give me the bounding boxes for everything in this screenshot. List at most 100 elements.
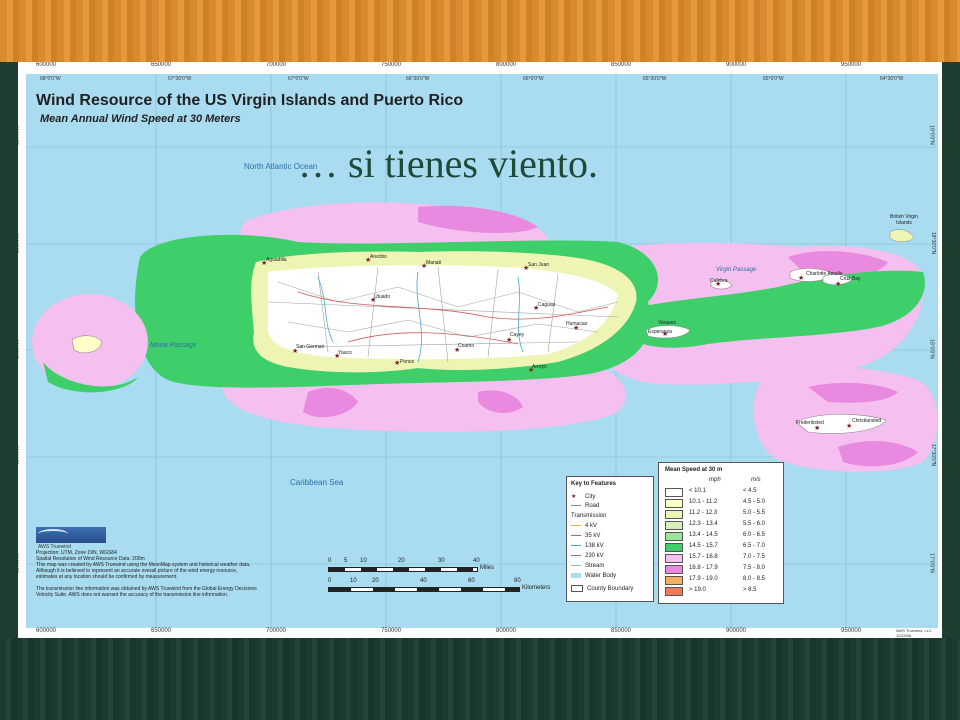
legend-mph: 13.4 - 14.5 bbox=[689, 532, 718, 538]
place-label: Coamo bbox=[458, 343, 475, 349]
easting-label: 950000 bbox=[841, 62, 862, 68]
legend-swatch bbox=[665, 510, 683, 519]
lon-label: 64°30'0"W bbox=[880, 76, 904, 82]
line-swatch bbox=[571, 534, 581, 536]
legend-swatch bbox=[665, 565, 683, 574]
place-label: Aguadilla bbox=[266, 257, 287, 263]
northing-label: 2100000 bbox=[18, 125, 21, 145]
lon-label: 67°30'0"W bbox=[168, 76, 192, 82]
legend-ms: 5.0 - 5.5 bbox=[743, 510, 766, 516]
legend-title: Mean Speed at 30 m bbox=[665, 467, 723, 473]
place-label: Yauco bbox=[338, 350, 352, 356]
place-label: Esperanza bbox=[648, 329, 672, 335]
lat-label: 17°0'0"N bbox=[928, 553, 935, 573]
place-label: Charlotte Amalie bbox=[806, 271, 843, 277]
legend-row: < 10.1 < 4.5 bbox=[665, 487, 777, 497]
legend-row: 17.9 - 19.0 8.0 - 8.5 bbox=[665, 575, 777, 585]
lon-label: 66°0'0"W bbox=[523, 76, 544, 82]
sea-label: Caribbean Sea bbox=[290, 478, 344, 487]
water-swatch bbox=[571, 573, 581, 578]
scale-tick: 20 bbox=[372, 578, 379, 584]
easting-label: 800000 bbox=[496, 62, 517, 68]
bottom-coordinates: 600000 650000 700000 750000 800000 85000… bbox=[18, 628, 942, 638]
legend-swatch bbox=[665, 587, 683, 596]
svg-text:★: ★ bbox=[798, 274, 804, 282]
place-label: British Virgin Islands bbox=[890, 214, 918, 226]
place-label: Christiansted bbox=[852, 418, 882, 424]
place-label: Vieques bbox=[658, 320, 676, 326]
legend-row: 15.7 - 16.8 7.0 - 7.5 bbox=[665, 553, 777, 563]
key-row: ★ City bbox=[571, 493, 595, 500]
map-subtitle: Mean Annual Wind Speed at 30 Meters bbox=[40, 113, 241, 125]
legend-row: 14.5 - 15.7 6.5 - 7.0 bbox=[665, 542, 777, 552]
place-label: Caguas bbox=[538, 302, 556, 308]
legend-ms: 6.0 - 6.5 bbox=[743, 532, 766, 538]
star-icon: ★ bbox=[571, 494, 577, 500]
legend-mph: 15.7 - 16.8 bbox=[689, 554, 718, 560]
legend-swatch bbox=[665, 543, 683, 552]
key-label: County Boundary bbox=[587, 586, 634, 593]
easting-label: 700000 bbox=[266, 628, 287, 634]
lon-label: 65°0'0"W bbox=[763, 76, 784, 82]
place-label: Manati bbox=[426, 260, 442, 266]
scale-tick: 80 bbox=[514, 578, 521, 584]
line-swatch bbox=[571, 524, 581, 526]
slide-overlay-text: … si tienes viento. bbox=[298, 141, 598, 186]
legend-row: 11.2 - 12.3 5.0 - 5.5 bbox=[665, 509, 777, 519]
place-label: San German bbox=[296, 344, 325, 350]
place-label: Cayey bbox=[510, 332, 525, 338]
lon-label: 67°0'0"W bbox=[288, 76, 309, 82]
key-row: Stream bbox=[571, 563, 604, 569]
key-row: County Boundary bbox=[571, 585, 633, 592]
km-bar bbox=[328, 587, 520, 592]
lat-label: 19°0'0"N bbox=[928, 125, 935, 145]
passage-label: Mona Passage bbox=[150, 342, 197, 349]
place-label: Culebra bbox=[710, 278, 728, 284]
place-label: Ponce bbox=[400, 359, 415, 365]
legend-mph: 12.3 - 13.4 bbox=[689, 521, 718, 527]
scale-tick: 40 bbox=[420, 578, 427, 584]
scale-tick: 0 bbox=[328, 578, 332, 584]
legend-ms: 5.5 - 6.0 bbox=[743, 521, 766, 527]
easting-label: 600000 bbox=[36, 628, 57, 634]
legend-row: > 19.0 > 8.5 bbox=[665, 586, 777, 596]
easting-label: 950000 bbox=[841, 628, 862, 634]
easting-label: 900000 bbox=[726, 628, 747, 634]
lon-label: 66°30'0"W bbox=[406, 76, 430, 82]
legend-ms: 7.5 - 8.0 bbox=[743, 565, 766, 571]
key-row: 4 kV bbox=[571, 523, 597, 529]
key-label: Road bbox=[585, 503, 600, 509]
easting-label: 700000 bbox=[266, 62, 287, 68]
legend-mph: 16.8 - 17.9 bbox=[689, 565, 718, 571]
line-swatch bbox=[571, 544, 581, 546]
legend-col-ms: m/s bbox=[751, 477, 761, 483]
legend-mph: 11.2 - 12.3 bbox=[689, 510, 718, 516]
legend-swatch bbox=[665, 499, 683, 508]
key-label: 230 kV bbox=[585, 553, 604, 559]
legend-ms: > 8.5 bbox=[743, 587, 757, 593]
box-swatch bbox=[571, 585, 583, 592]
legend-row: 13.4 - 14.5 6.0 - 6.5 bbox=[665, 531, 777, 541]
place-label: Humacao bbox=[566, 321, 588, 327]
lon-label: 65°30'0"W bbox=[643, 76, 667, 82]
legend-ms: 4.5 - 5.0 bbox=[743, 499, 766, 505]
legend-mph: > 19.0 bbox=[689, 587, 706, 593]
legend-swatch bbox=[665, 521, 683, 530]
scale-tick: 10 bbox=[350, 578, 357, 584]
key-label: City bbox=[585, 494, 596, 500]
virgin-passage-label: Virgin Passage bbox=[716, 267, 757, 273]
key-label: Stream bbox=[585, 563, 605, 569]
easting-label: 850000 bbox=[611, 62, 632, 68]
line-swatch bbox=[571, 554, 581, 556]
left-coordinates: 2100000 2050000 2000000 1950000 1900000 bbox=[18, 62, 30, 638]
slide-bottom-band bbox=[0, 638, 960, 720]
place-label: Arecibo bbox=[370, 254, 387, 260]
easting-label: 850000 bbox=[611, 628, 632, 634]
key-row: 230 kV bbox=[571, 553, 604, 559]
miles-bar bbox=[328, 567, 478, 572]
key-row: 35 kV bbox=[571, 533, 600, 539]
easting-label: 800000 bbox=[496, 628, 517, 634]
key-heading: Transmission bbox=[571, 513, 607, 519]
legend-ms: 6.5 - 7.0 bbox=[743, 543, 766, 549]
scale-tick: 0 bbox=[328, 558, 332, 564]
